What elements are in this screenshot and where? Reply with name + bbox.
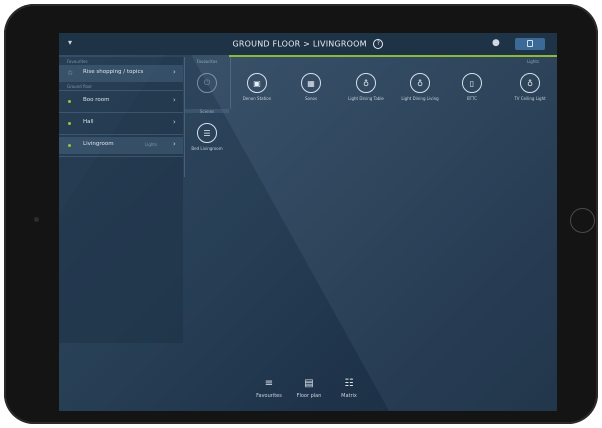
bulb-icon: ♁: [520, 73, 540, 93]
page-title: GROUND FLOOR > LIVINGROOM ?: [59, 39, 557, 49]
chevron-right-icon: ›: [173, 96, 176, 104]
device-light-dining-living[interactable]: ♁ Light Dining Living: [393, 73, 447, 101]
sidebar-item-hall[interactable]: Hall ›: [59, 115, 183, 132]
scene-bed-livingroom[interactable]: ☰ Bed Livingroom: [180, 123, 234, 151]
device-label: BTTC: [466, 96, 478, 101]
status-dot: [68, 100, 71, 103]
help-icon[interactable]: ?: [373, 39, 384, 49]
speaker-icon: ▣: [247, 73, 267, 93]
device-sonos[interactable]: ▦ Sonos: [284, 73, 338, 101]
sidebar-item-boo-room[interactable]: Boo room ›: [59, 93, 183, 110]
device-bttc[interactable]: ▯ BTTC: [445, 73, 499, 101]
microphone-icon[interactable]: ●: [492, 38, 500, 48]
device-label: Light Dining Living: [401, 96, 439, 101]
scenes-label: Scenes: [199, 109, 215, 114]
top-bar: ▾ GROUND FLOOR > LIVINGROOM ? ●: [59, 33, 557, 55]
column-header-favourites: Favourites: [196, 59, 218, 64]
device-tv-ceiling-light[interactable]: ♁ TV Ceiling Light: [503, 73, 557, 101]
home-button[interactable]: [570, 208, 595, 233]
device-label: Light Dining Table: [348, 96, 384, 101]
bulb-icon: ♁: [356, 73, 376, 93]
matrix-icon: ☷: [344, 378, 354, 389]
accent-line: [229, 55, 557, 57]
sonos-icon: ▦: [301, 73, 321, 93]
sidebar: Favourites ☆ Rise shopping / topics › Gr…: [59, 57, 183, 343]
camera: [34, 217, 39, 222]
device-label: TV Ceiling Light: [514, 96, 546, 101]
edit-icon: [527, 40, 533, 47]
device-label: Denon Station: [242, 96, 272, 101]
edit-button[interactable]: [515, 38, 545, 50]
nav-label: Matrix: [341, 393, 357, 399]
sidebar-item-favourite[interactable]: ☆ Rise shopping / topics ›: [59, 65, 183, 82]
chevron-right-icon: ›: [173, 68, 176, 76]
scene-label: Bed Livingroom: [191, 146, 223, 151]
chevron-right-icon: ›: [173, 140, 176, 148]
scenes-header: Scenes: [185, 109, 229, 114]
device-light-dining-table[interactable]: ♁ Light Dining Table: [339, 73, 393, 101]
divider: [59, 112, 183, 113]
sidebar-item-label: Livingroom: [83, 141, 114, 147]
device-denon-station[interactable]: ▣ Denon Station: [230, 73, 284, 101]
breadcrumb-title: GROUND FLOOR > LIVINGROOM: [232, 39, 367, 49]
sidebar-item-livingroom[interactable]: Livingroom Lights ›: [59, 137, 183, 154]
device-label: Sonos: [304, 96, 318, 101]
column-header-lights: Lights: [526, 59, 540, 64]
favourite-device[interactable]: ⏻: [180, 73, 234, 96]
power-icon: ⏻: [197, 73, 217, 93]
app-screen: ▾ GROUND FLOOR > LIVINGROOM ? ● Favourit…: [59, 33, 557, 411]
bulb-icon: ♁: [410, 73, 430, 93]
sidebar-item-label: Rise shopping / topics: [83, 69, 144, 75]
status-dot: [68, 122, 71, 125]
sidebar-section-rooms: Ground floor: [67, 84, 93, 89]
chevron-right-icon: ›: [173, 118, 176, 126]
nav-matrix[interactable]: ☷ Matrix: [324, 378, 374, 399]
sidebar-item-meta: Lights: [145, 142, 158, 147]
scene-icon: ☰: [197, 123, 217, 143]
star-icon: ☆: [67, 69, 74, 77]
sidebar-item-label: Hall: [83, 119, 94, 125]
divider: [59, 156, 183, 157]
remote-icon: ▯: [462, 73, 482, 93]
sidebar-item-label: Boo room: [83, 97, 110, 103]
divider: [59, 134, 183, 135]
status-dot: [68, 144, 71, 147]
sidebar-section-favourites: Favourites: [67, 59, 88, 64]
ipad-frame: ▾ GROUND FLOOR > LIVINGROOM ? ● Favourit…: [4, 4, 598, 424]
divider: [59, 90, 183, 91]
